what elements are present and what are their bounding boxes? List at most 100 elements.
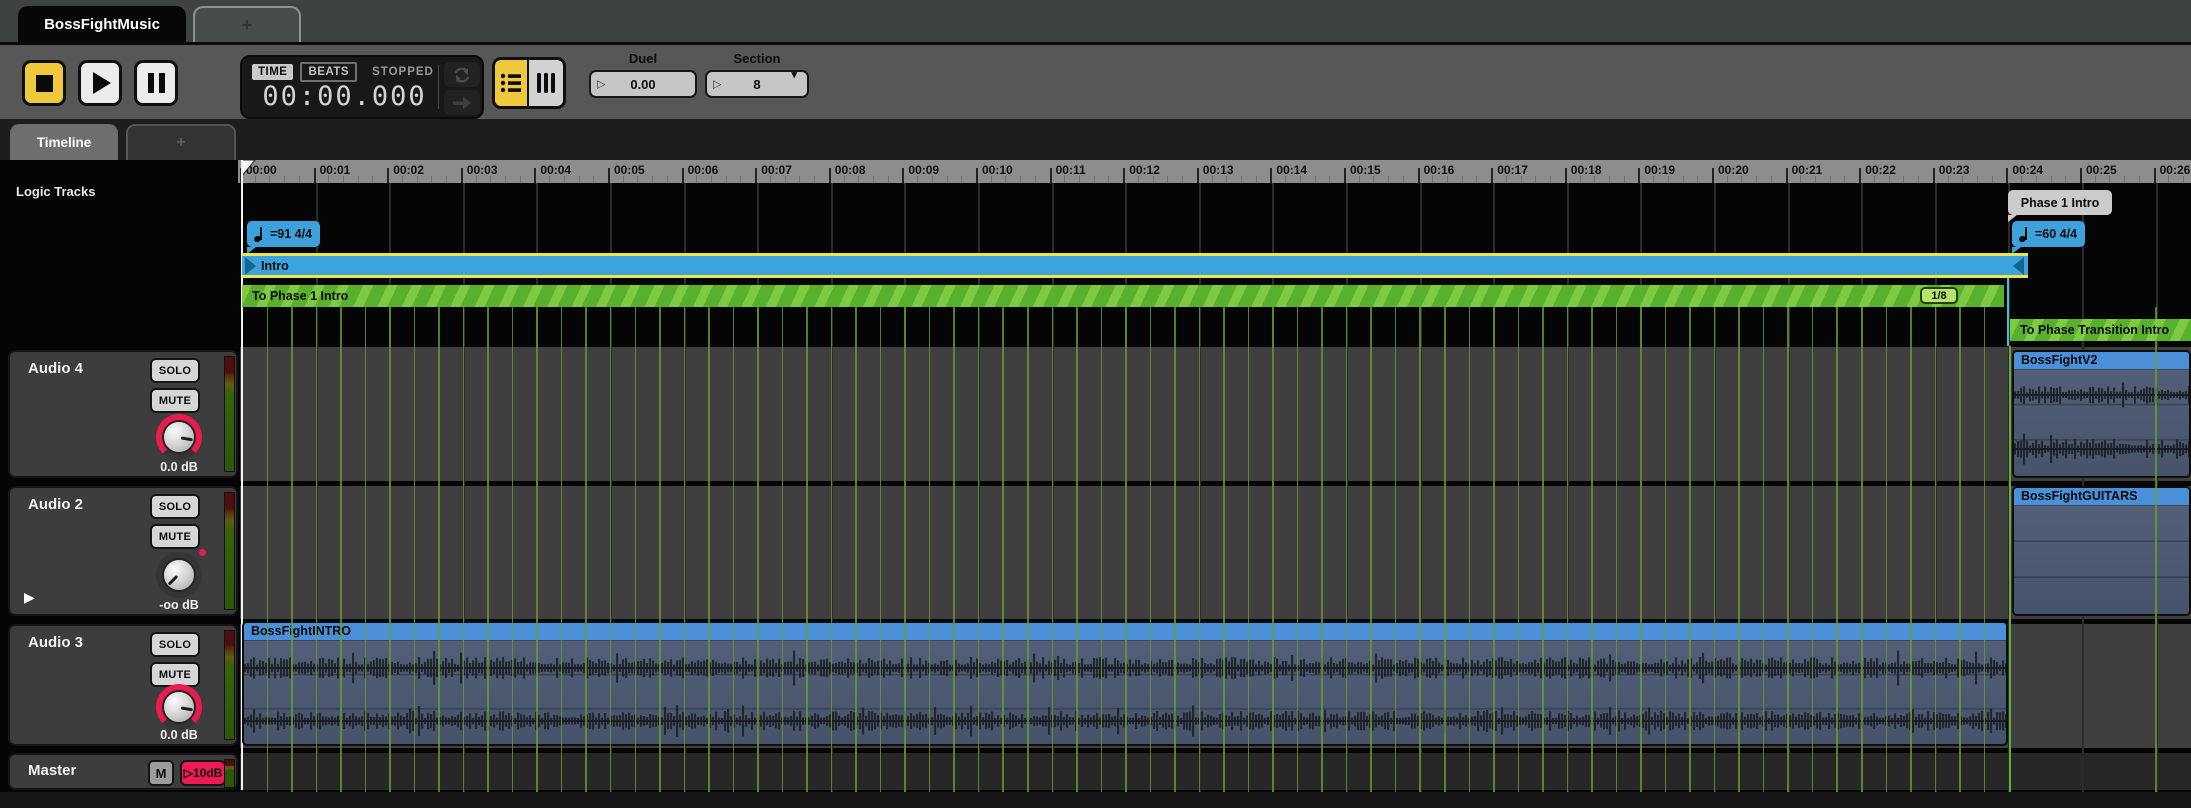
transport-toolbar: TIME BEATS STOPPED 00:00.000 Duel ▷ 0.00… bbox=[0, 42, 2191, 119]
grid-beat-line bbox=[560, 307, 563, 792]
audio-clip-bossfightv2[interactable]: BossFightV2 bbox=[2012, 350, 2191, 478]
ruler-minor-tick bbox=[1682, 176, 1684, 183]
timeline-ruler[interactable]: 00:00 00:01 00:02 00:03 00:04 00:05 00:06 00:07… bbox=[238, 160, 2191, 183]
audio-clip-bossfightguitars[interactable]: BossFightGUITARS bbox=[2012, 486, 2191, 616]
tempo-marker-label: =91 4/4 bbox=[270, 227, 313, 241]
ruler-minor-tick bbox=[1844, 176, 1846, 183]
section-marker-phase1-intro[interactable]: Phase 1 Intro bbox=[2008, 190, 2112, 222]
solo-button[interactable]: SOLO bbox=[150, 632, 200, 657]
ruler-minor-tick bbox=[1815, 176, 1817, 183]
time-mode-toggle[interactable]: TIME bbox=[252, 64, 294, 80]
dropdown-arrow-icon: ▾ bbox=[791, 69, 797, 81]
grid-beat-line bbox=[1738, 307, 1740, 792]
track-header-audio4[interactable]: Audio 4 SOLO MUTE 0.0 dB bbox=[8, 350, 238, 478]
loop-button[interactable] bbox=[444, 62, 480, 87]
tempo-marker-60[interactable]: =60 4/4 bbox=[2012, 221, 2086, 254]
ruler-minor-tick bbox=[328, 176, 330, 183]
ruler-minor-tick bbox=[2183, 176, 2185, 183]
play-button[interactable] bbox=[78, 60, 122, 106]
logic-region-intro[interactable]: Intro bbox=[242, 253, 2028, 278]
ruler-major-tick bbox=[1712, 168, 1714, 183]
ruler-minor-tick bbox=[1608, 176, 1610, 183]
grid-section-line bbox=[2009, 346, 2011, 792]
beats-mode-toggle[interactable]: BEATS bbox=[300, 62, 358, 82]
grid-beat-line bbox=[389, 307, 391, 792]
ruler-major-tick bbox=[828, 168, 831, 183]
ruler-major-tick bbox=[608, 168, 610, 183]
master-mute-button[interactable]: M bbox=[148, 760, 174, 786]
ruler-minor-tick bbox=[1358, 176, 1360, 183]
ruler-minor-tick bbox=[1226, 176, 1228, 183]
solo-button[interactable]: SOLO bbox=[150, 358, 200, 383]
ruler-minor-tick bbox=[872, 176, 874, 183]
transition-to-phase-transition-intro[interactable]: To Phase Transition Intro bbox=[2010, 319, 2191, 341]
ruler-major-tick bbox=[1417, 168, 1420, 183]
ruler-minor-tick bbox=[578, 176, 580, 183]
grid-beat-line bbox=[1149, 307, 1152, 792]
ruler-minor-tick bbox=[725, 176, 727, 183]
document-tab[interactable]: BossFightMusic bbox=[18, 6, 186, 42]
ruler-minor-tick bbox=[1211, 176, 1213, 183]
solo-button[interactable]: SOLO bbox=[150, 494, 200, 519]
grid-beat-line bbox=[806, 307, 808, 792]
grid-beat-line bbox=[364, 307, 367, 792]
timeline-content[interactable]: BossFightV2 BossFightGUITARS BossFightIN… bbox=[240, 160, 2191, 792]
grid-beat-line bbox=[2155, 307, 2157, 792]
ruler-minor-tick bbox=[961, 176, 963, 183]
mute-button[interactable]: MUTE bbox=[150, 388, 200, 413]
duel-value: 0.00 bbox=[630, 76, 656, 92]
expand-arrow-icon[interactable]: ▶ bbox=[24, 589, 35, 606]
track-lane-master[interactable] bbox=[240, 753, 2191, 790]
tab-timeline[interactable]: Timeline bbox=[10, 124, 118, 160]
ruler-major-tick bbox=[1859, 168, 1862, 183]
track-name: Audio 3 bbox=[28, 634, 83, 651]
list-view-button[interactable] bbox=[495, 60, 529, 106]
volume-knob[interactable] bbox=[156, 549, 206, 598]
track-header-audio2[interactable]: Audio 2 SOLO MUTE -oo dB ▶ bbox=[8, 486, 238, 616]
transition-to-phase1-intro[interactable]: To Phase 1 Intro 1/8 bbox=[242, 285, 2004, 307]
pause-button[interactable] bbox=[134, 60, 178, 106]
document-tab-label: BossFightMusic bbox=[44, 15, 160, 33]
ruler-minor-tick bbox=[1020, 176, 1022, 183]
mute-button[interactable]: MUTE bbox=[150, 524, 200, 549]
ruler-label: 00:14 bbox=[1276, 163, 1308, 177]
ruler-major-tick bbox=[1491, 168, 1494, 183]
track-header-audio3[interactable]: Audio 3 SOLO MUTE 0.0 dB bbox=[8, 624, 238, 746]
ruler-minor-tick bbox=[1520, 176, 1522, 183]
ruler-major-tick bbox=[1344, 168, 1346, 183]
boost-value: 10dB bbox=[192, 766, 223, 780]
ruler-minor-tick bbox=[887, 176, 889, 183]
time-readout: 00:00.000 bbox=[262, 81, 427, 112]
tempo-marker-91[interactable]: =91 4/4 bbox=[247, 221, 321, 254]
ruler-minor-tick bbox=[696, 176, 698, 183]
ruler-label: 00:23 bbox=[1938, 163, 1970, 177]
volume-knob[interactable] bbox=[156, 414, 202, 460]
stop-button[interactable] bbox=[22, 60, 66, 106]
grid-beat-line bbox=[487, 307, 489, 792]
ruler-minor-tick bbox=[858, 176, 860, 183]
track-lane-audio2[interactable] bbox=[240, 486, 2191, 619]
column-view-button[interactable] bbox=[529, 60, 563, 106]
ruler-minor-tick bbox=[1373, 176, 1375, 183]
grid-beat-line bbox=[609, 307, 612, 792]
grid-beat-line bbox=[462, 307, 465, 792]
ruler-minor-tick bbox=[343, 176, 345, 183]
grid-beat-line bbox=[1321, 307, 1323, 792]
ruler-major-tick bbox=[1196, 168, 1199, 183]
new-document-tab-button[interactable]: + bbox=[193, 6, 301, 42]
section-value-field[interactable]: ▷ 8 ▾ bbox=[705, 70, 809, 98]
playhead-flag[interactable] bbox=[241, 160, 256, 178]
add-tab-button[interactable]: + bbox=[126, 124, 236, 160]
logic-tracks-label: Logic Tracks bbox=[16, 184, 96, 199]
ruler-minor-tick bbox=[1888, 176, 1890, 183]
volume-knob[interactable] bbox=[156, 684, 202, 730]
grid-beat-line bbox=[634, 307, 636, 792]
follow-playhead-button[interactable] bbox=[444, 90, 480, 115]
ruler-minor-tick bbox=[1947, 176, 1949, 183]
duel-value-field[interactable]: ▷ 0.00 bbox=[589, 70, 697, 98]
grid-beat-line bbox=[732, 307, 735, 792]
track-header-master[interactable]: Master M ▷ 10dB bbox=[8, 753, 238, 790]
track-lane-audio4[interactable] bbox=[240, 347, 2191, 481]
ruler-label: 00:13 bbox=[1202, 163, 1234, 177]
master-boost-button[interactable]: ▷ 10dB bbox=[180, 760, 226, 786]
